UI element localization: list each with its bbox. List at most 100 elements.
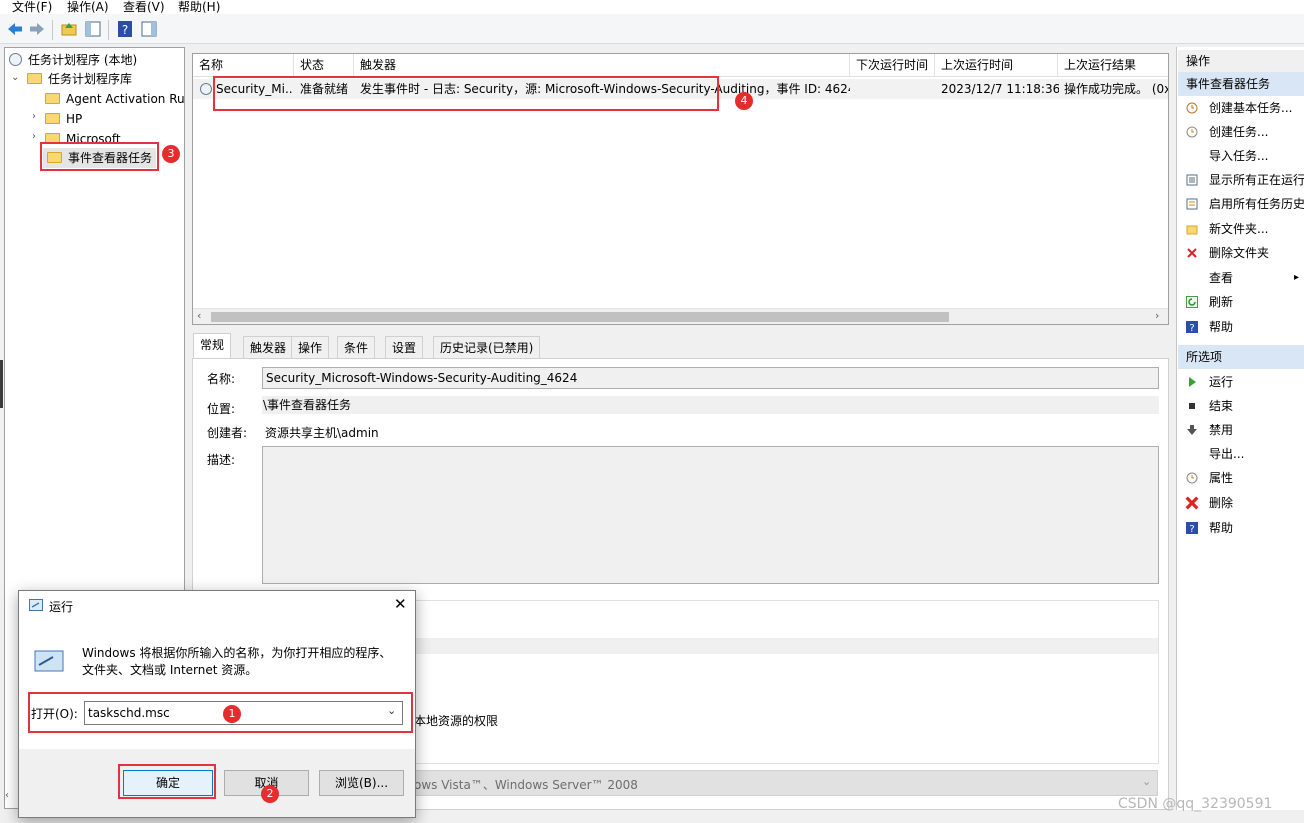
action-label: 导入任务... — [1209, 149, 1269, 163]
action-enable-history[interactable]: 启用所有任务历史 — [1178, 192, 1304, 216]
run-icon — [29, 599, 43, 611]
action-run[interactable]: 运行 — [1178, 370, 1304, 394]
tab-settings[interactable]: 设置 — [385, 336, 424, 358]
action-label: 启用所有任务历史 — [1209, 197, 1304, 211]
action-delete-folder[interactable]: 删除文件夹 — [1178, 241, 1304, 265]
back-arrow-icon[interactable] — [6, 20, 24, 38]
column-header-next-run[interactable]: 下次运行时间 — [850, 54, 935, 76]
svg-text:?: ? — [1189, 323, 1194, 333]
tree-item-agent-activation[interactable]: Agent Activation Ru — [45, 89, 185, 109]
action-refresh[interactable]: 刷新 — [1178, 290, 1304, 314]
new-folder-icon — [1186, 225, 1198, 235]
tab-general[interactable]: 常规 — [193, 333, 232, 358]
close-icon[interactable]: ✕ — [394, 595, 407, 613]
clock-icon — [9, 53, 22, 66]
toolbar-divider — [52, 20, 53, 40]
tree-item-hp[interactable]: HP — [45, 109, 82, 129]
annotation-badge-1: 1 — [223, 705, 241, 723]
browse-button[interactable]: 浏览(B)... — [319, 770, 404, 796]
create-basic-task-icon — [1186, 102, 1198, 114]
action-display-running[interactable]: 显示所有正在运行 — [1178, 168, 1304, 192]
location-field: \事件查看器任务 — [262, 396, 1159, 414]
menu-action[interactable]: 操作(A) — [67, 0, 109, 15]
show-action-pane-icon[interactable] — [140, 20, 158, 38]
chevron-right-icon[interactable]: › — [32, 111, 36, 122]
action-export[interactable]: 导出... — [1178, 442, 1304, 466]
action-delete[interactable]: 删除 — [1178, 491, 1304, 515]
scroll-left-icon[interactable]: ‹ — [197, 309, 201, 322]
help-icon[interactable]: ? — [116, 20, 134, 38]
action-properties[interactable]: 属性 — [1178, 466, 1304, 490]
action-create-basic-task[interactable]: 创建基本任务... — [1178, 96, 1304, 120]
menu-help[interactable]: 帮助(H) — [178, 0, 220, 15]
chevron-down-icon[interactable]: ⌄ — [1142, 775, 1151, 788]
tab-conditions[interactable]: 条件 — [337, 336, 376, 358]
action-help-selected[interactable]: ? 帮助 — [1178, 516, 1304, 540]
show-hide-tree-icon[interactable] — [84, 20, 102, 38]
name-field[interactable]: Security_Microsoft-Windows-Security-Audi… — [262, 367, 1159, 389]
refresh-icon — [1186, 296, 1198, 308]
task-last-run-cell: 2023/12/7 11:18:36 — [941, 82, 1059, 96]
forward-arrow-icon[interactable] — [28, 20, 46, 38]
column-header-trigger[interactable]: 触发器 — [354, 54, 850, 76]
column-header-last-result[interactable]: 上次运行结果 — [1058, 54, 1168, 76]
action-help[interactable]: ? 帮助 — [1178, 315, 1304, 339]
action-new-folder[interactable]: 新文件夹... — [1178, 217, 1304, 241]
location-label: 位置: — [207, 402, 236, 416]
tree-root[interactable]: 任务计划程序 (本地) — [9, 50, 137, 70]
disable-arrow-icon — [1187, 425, 1197, 435]
tab-actions[interactable]: 操作 — [291, 336, 330, 358]
action-label: 创建任务... — [1209, 125, 1269, 139]
menu-file[interactable]: 文件(F) — [12, 0, 52, 15]
action-label: 禁用 — [1209, 423, 1234, 437]
column-header-last-run[interactable]: 上次运行时间 — [935, 54, 1058, 76]
svg-text:?: ? — [1189, 524, 1194, 534]
menu-view[interactable]: 查看(V) — [123, 0, 165, 15]
scrollbar-thumb[interactable] — [211, 312, 949, 322]
action-import-task[interactable]: 导入任务... — [1178, 144, 1304, 168]
task-next-run-cell — [856, 79, 936, 99]
annotation-box-ok — [118, 764, 216, 799]
history-icon — [1186, 198, 1198, 210]
action-disable[interactable]: 禁用 — [1178, 418, 1304, 442]
column-header-name[interactable]: 名称 — [193, 54, 294, 76]
annotation-box-folder — [40, 142, 159, 171]
delete-icon — [1185, 496, 1199, 510]
create-task-icon — [1186, 126, 1198, 138]
folder-icon — [45, 113, 60, 124]
action-end[interactable]: 结束 — [1178, 394, 1304, 418]
action-label: 创建基本任务... — [1209, 101, 1293, 115]
tab-history[interactable]: 历史记录(已禁用) — [433, 336, 541, 358]
name-label: 名称: — [207, 372, 236, 386]
action-label: 属性 — [1209, 471, 1234, 485]
tree-item-label: HP — [66, 112, 83, 126]
task-list-header: 名称 状态 触发器 下次运行时间 上次运行时间 上次运行结果 — [193, 54, 1168, 77]
tree-item-label: Agent Activation Ru — [66, 92, 185, 106]
run-dialog-title: 运行 — [49, 600, 74, 614]
column-header-status[interactable]: 状态 — [294, 54, 354, 76]
tree-library[interactable]: 任务计划程序库 — [27, 69, 132, 89]
author-label: 创建者: — [207, 426, 248, 440]
window-edge — [0, 360, 3, 408]
tree-library-label: 任务计划程序库 — [48, 72, 133, 86]
description-label: 描述: — [207, 453, 236, 467]
tab-triggers[interactable]: 触发器 — [243, 336, 294, 358]
properties-icon — [1186, 472, 1198, 484]
chevron-right-icon[interactable]: › — [32, 131, 36, 142]
scroll-left-icon[interactable]: ‹ — [5, 790, 9, 801]
scroll-right-icon[interactable]: › — [1155, 309, 1159, 322]
toolbar-divider — [108, 20, 109, 40]
stop-icon — [1189, 403, 1195, 409]
folder-icon — [27, 73, 42, 84]
action-label: 显示所有正在运行 — [1209, 173, 1304, 187]
action-label: 结束 — [1209, 399, 1234, 413]
action-create-task[interactable]: 创建任务... — [1178, 120, 1304, 144]
menu-bar: 文件(F) 操作(A) 查看(V) 帮助(H) — [0, 0, 1304, 14]
horizontal-scrollbar[interactable]: ‹ › — [193, 308, 1168, 324]
up-folder-icon[interactable] — [60, 20, 78, 38]
chevron-down-icon[interactable]: ⌄ — [11, 72, 19, 83]
description-field[interactable] — [262, 446, 1159, 584]
action-view[interactable]: 查看 ▸ — [1178, 266, 1304, 290]
actions-section-selected[interactable]: 所选项 — [1178, 345, 1304, 369]
actions-section-folder[interactable]: 事件查看器任务 — [1178, 72, 1304, 96]
